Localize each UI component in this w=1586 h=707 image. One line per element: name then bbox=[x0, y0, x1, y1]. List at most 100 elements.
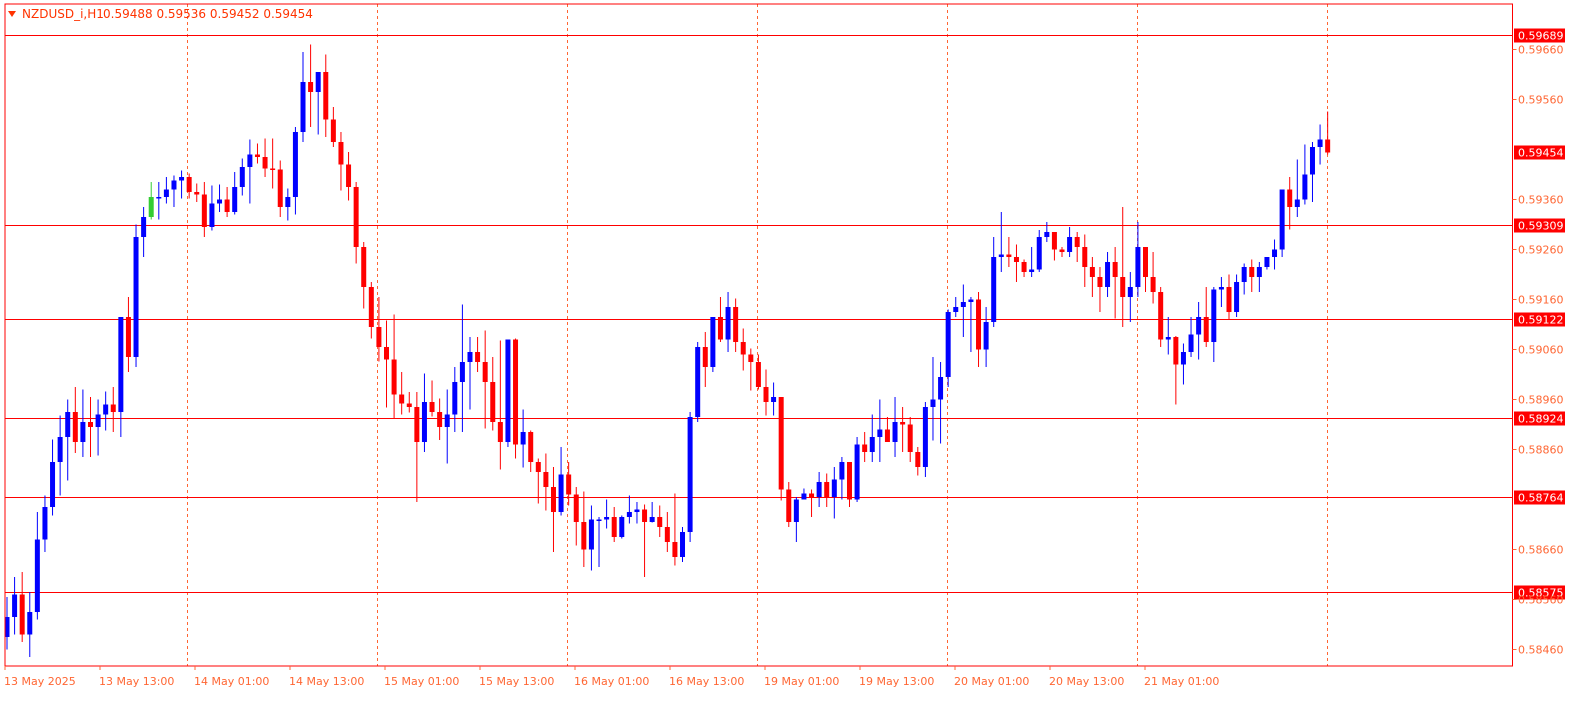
x-tick-label: 14 May 01:00 bbox=[194, 675, 269, 688]
candle-body bbox=[194, 192, 200, 195]
candle-body bbox=[133, 237, 139, 357]
candle-body bbox=[801, 493, 807, 500]
candle-body bbox=[968, 299, 974, 302]
candle-body bbox=[778, 397, 784, 490]
candle bbox=[922, 402, 928, 477]
candle-body bbox=[308, 82, 314, 92]
candle-body bbox=[399, 394, 405, 404]
candle-body bbox=[1272, 249, 1278, 257]
x-tick-label: 20 May 13:00 bbox=[1049, 675, 1124, 688]
candle-body bbox=[1256, 267, 1262, 277]
candle-body bbox=[558, 474, 564, 512]
candle bbox=[778, 397, 784, 501]
candle-body bbox=[884, 429, 890, 442]
candle-body bbox=[687, 417, 693, 532]
candle-body bbox=[421, 402, 427, 442]
candle-body bbox=[816, 482, 822, 497]
candle bbox=[133, 224, 139, 367]
candle-body bbox=[1112, 262, 1118, 277]
candle-body bbox=[634, 509, 640, 512]
candle-body bbox=[346, 164, 352, 187]
candle bbox=[505, 339, 511, 447]
candle bbox=[513, 338, 519, 459]
candle-body bbox=[72, 412, 78, 442]
y-tick-label: 0.59360 bbox=[1518, 194, 1564, 207]
candle-body bbox=[277, 169, 283, 207]
candle-body bbox=[1105, 262, 1111, 287]
candle-body bbox=[1287, 189, 1293, 207]
candle-body bbox=[1264, 257, 1270, 267]
candle-body bbox=[831, 479, 837, 497]
candle-body bbox=[1120, 277, 1126, 297]
candle-body bbox=[1067, 237, 1073, 252]
candle-body bbox=[680, 532, 686, 557]
candle-body bbox=[1218, 287, 1224, 290]
candle-body bbox=[1051, 232, 1057, 250]
candle-body bbox=[649, 517, 655, 522]
candle-body bbox=[1279, 189, 1285, 250]
candle-body bbox=[1211, 289, 1217, 342]
candle-body bbox=[733, 307, 739, 342]
candle-body bbox=[42, 507, 48, 540]
candle-body bbox=[1234, 282, 1240, 312]
y-tick-label: 0.59660 bbox=[1518, 44, 1564, 57]
candle-body bbox=[490, 382, 496, 422]
candle-body bbox=[1180, 352, 1186, 365]
candle-body bbox=[672, 542, 678, 557]
x-tick-label: 16 May 01:00 bbox=[574, 675, 649, 688]
candle-body bbox=[1173, 337, 1179, 365]
candle-body bbox=[1044, 232, 1050, 237]
y-tick-label: 0.59560 bbox=[1518, 94, 1564, 107]
candle-body bbox=[505, 339, 511, 442]
candle-body bbox=[65, 412, 71, 437]
candle-body bbox=[406, 403, 412, 407]
candle-body bbox=[581, 522, 587, 550]
candle-body bbox=[118, 317, 124, 412]
candle-body bbox=[1029, 269, 1035, 272]
chart-header: NZDUSD_i,H1 0.59488 0.59536 0.59452 0.59… bbox=[8, 7, 313, 21]
candle-body bbox=[892, 422, 898, 442]
candle-body bbox=[725, 307, 731, 340]
candle-body bbox=[1325, 139, 1331, 153]
candle-body bbox=[475, 352, 481, 362]
candle-body bbox=[452, 382, 458, 415]
chart-background bbox=[0, 0, 1586, 703]
candle-body bbox=[550, 487, 556, 512]
candle-body bbox=[163, 189, 169, 197]
candle-body bbox=[1203, 317, 1209, 342]
candle-body bbox=[1059, 249, 1065, 252]
x-tick-label: 16 May 13:00 bbox=[669, 675, 744, 688]
candle-body bbox=[1241, 267, 1247, 282]
x-tick-label: 13 May 13:00 bbox=[99, 675, 174, 688]
candle-body bbox=[900, 422, 906, 425]
candle-body bbox=[1082, 247, 1088, 267]
candle-body bbox=[254, 154, 260, 157]
candle-body bbox=[209, 203, 215, 227]
candle-body bbox=[125, 317, 131, 357]
candle-body bbox=[217, 199, 223, 204]
candle-body bbox=[604, 517, 610, 520]
candle-body bbox=[27, 612, 33, 635]
candle-body bbox=[717, 317, 723, 340]
candle-body bbox=[596, 519, 602, 521]
x-tick-label: 15 May 13:00 bbox=[479, 675, 554, 688]
candle-body bbox=[384, 347, 389, 360]
candle-body bbox=[983, 322, 989, 350]
candle-body bbox=[171, 180, 177, 190]
y-tick-label: 0.58560 bbox=[1518, 594, 1564, 607]
candle-body bbox=[50, 462, 56, 507]
candle-body bbox=[786, 489, 792, 522]
candle-body bbox=[87, 422, 93, 427]
x-tick-label: 13 May 2025 bbox=[4, 675, 76, 688]
level-price-label: 0.58924 bbox=[1518, 413, 1564, 426]
candle-body bbox=[877, 429, 883, 437]
candle-body bbox=[755, 362, 761, 387]
x-tick-label: 21 May 01:00 bbox=[1144, 675, 1219, 688]
x-tick-label: 19 May 01:00 bbox=[764, 675, 839, 688]
candle-body bbox=[95, 414, 101, 427]
candle-body bbox=[292, 132, 298, 197]
candle-body bbox=[930, 399, 936, 407]
candle-body bbox=[391, 359, 397, 395]
candle-body bbox=[1317, 139, 1323, 147]
candle-body bbox=[695, 347, 701, 417]
